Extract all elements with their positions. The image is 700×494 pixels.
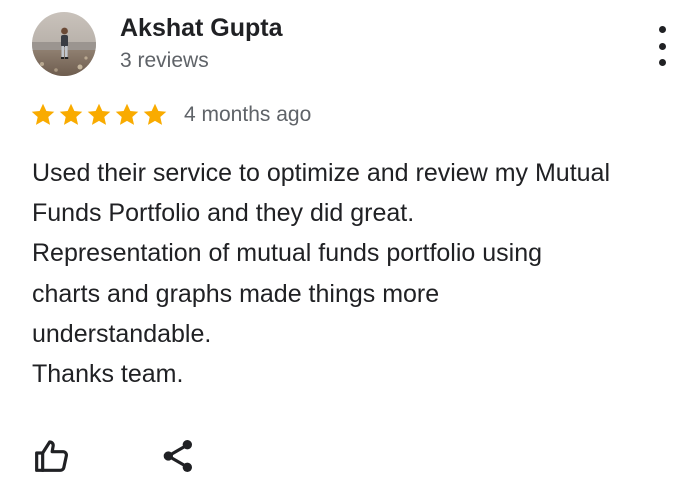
star-icon xyxy=(31,103,55,125)
more-vert-icon-dot xyxy=(658,59,666,66)
review-text-line: Funds Portfolio and they did great. xyxy=(32,199,415,228)
reviewer-review-count: 3 reviews xyxy=(120,49,209,72)
thumb-up-icon xyxy=(35,440,68,472)
star-icon xyxy=(59,103,83,125)
like-button[interactable] xyxy=(28,432,76,480)
review-text-line: charts and graphs made things more xyxy=(32,279,440,308)
share-icon xyxy=(163,440,192,472)
review-text-line: understandable. xyxy=(32,319,212,348)
star-rating xyxy=(30,102,170,128)
more-vert-icon-dot xyxy=(658,42,666,50)
star-icon xyxy=(87,103,111,125)
review-text-line: Used their service to optimize and revie… xyxy=(32,159,611,187)
more-options-button[interactable] xyxy=(648,26,676,66)
star-icon xyxy=(143,103,167,125)
more-vert-icon xyxy=(658,26,666,33)
rating-row: 4 months ago xyxy=(30,100,311,130)
star-icon xyxy=(115,103,139,125)
avatar-photo xyxy=(32,12,96,76)
review-date: 4 months ago xyxy=(184,103,312,126)
review-text-line: Representation of mutual funds portfolio… xyxy=(32,239,543,268)
review-text-line: Thanks team. xyxy=(32,360,184,389)
review-text: Used their service to optimize and revie… xyxy=(32,153,692,394)
reviewer-name[interactable]: Akshat Gupta xyxy=(120,14,283,43)
share-button[interactable] xyxy=(154,432,202,480)
reviewer-avatar[interactable] xyxy=(32,12,96,76)
review-card: Akshat Gupta 3 reviews 4 months ago Used… xyxy=(0,0,700,494)
